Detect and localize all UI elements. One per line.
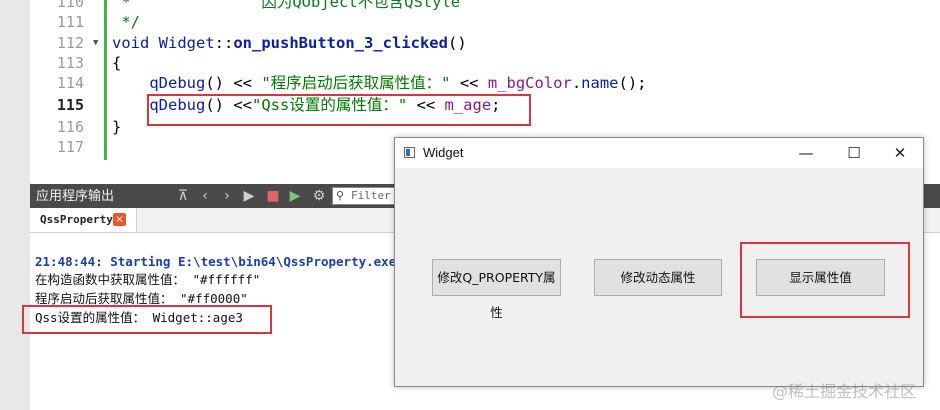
code-text: void Widget::on_pushButton_3_clicked() xyxy=(112,33,467,53)
code-text: { xyxy=(112,53,121,73)
line-number: 110 xyxy=(56,0,84,11)
app-window-icon xyxy=(404,147,415,158)
code-token: void xyxy=(112,34,159,52)
output-line: 在构造函数中获取属性值： "#ffffff" xyxy=(35,272,261,287)
code-text: * 因为QObject不包含QStyle xyxy=(112,0,460,12)
settings-gear-icon[interactable]: ⚙ xyxy=(310,187,328,205)
code-token: { xyxy=(112,54,122,72)
line-number: 115 xyxy=(56,96,84,114)
tab-qssproperty[interactable]: QssProperty × xyxy=(30,208,137,232)
highlight-code-line-115 xyxy=(147,94,531,126)
output-line: 21:48:44: Starting E:\test\bin64\QssProp… xyxy=(35,254,419,269)
code-text: qDebug() << "程序启动后获取属性值：" << m_bgColor.n… xyxy=(112,73,647,93)
highlight-output-line xyxy=(22,305,272,334)
code-line[interactable]: 113 { xyxy=(30,53,930,73)
code-text: } xyxy=(112,117,121,137)
code-token: on_pushButton_3_clicked xyxy=(233,34,448,52)
next-item-icon[interactable]: › xyxy=(218,187,236,205)
widget-window[interactable]: Widget — ☐ ✕ 修改Q_PROPERTY属性 修改动态属性 显示属性值 xyxy=(394,137,924,387)
code-token: () << xyxy=(205,74,262,92)
code-token: name xyxy=(581,74,619,92)
code-line[interactable]: 111 */ xyxy=(30,12,930,32)
output-panel-title: 应用程序输出 xyxy=(36,188,115,203)
line-number: 112 xyxy=(56,34,84,52)
search-icon: ⚲ xyxy=(336,189,345,202)
highlight-show-button xyxy=(740,242,910,318)
code-token: () xyxy=(447,34,467,52)
debug-run-icon[interactable]: ▶ xyxy=(286,187,304,205)
clear-output-icon[interactable]: ⊼ xyxy=(174,187,192,205)
line-number: 113 xyxy=(56,54,84,72)
maximize-icon[interactable]: ☐ xyxy=(831,138,877,168)
filter-input[interactable]: ⚲ Filter xyxy=(332,187,402,205)
run-icon[interactable]: ▶ xyxy=(240,187,258,205)
window-title: Widget xyxy=(423,145,464,160)
code-token: */ xyxy=(112,13,140,31)
code-token: << xyxy=(450,74,488,92)
code-token: :: xyxy=(214,34,234,52)
tab-label: QssProperty xyxy=(40,213,113,226)
code-token: "程序启动后获取属性值：" xyxy=(261,74,451,92)
line-number: 111 xyxy=(56,13,84,31)
modify-dynamic-property-button[interactable]: 修改动态属性 xyxy=(594,259,722,296)
stop-icon[interactable]: ■ xyxy=(264,187,282,205)
code-token: (); xyxy=(618,74,647,92)
minimize-icon[interactable]: — xyxy=(783,138,829,168)
line-number: 117 xyxy=(56,138,84,156)
code-token: qDebug xyxy=(149,74,206,92)
window-titlebar[interactable]: Widget — ☐ ✕ xyxy=(395,138,923,168)
ide-mode-bar xyxy=(0,0,31,410)
filter-placeholder: Filter xyxy=(351,189,391,202)
modify-q-property-button[interactable]: 修改Q_PROPERTY属性 xyxy=(432,259,561,320)
code-token: . xyxy=(571,74,582,92)
code-line[interactable]: 112 ▼ void Widget::on_pushButton_3_clicked… xyxy=(30,33,930,53)
code-token: m_bgColor xyxy=(487,74,572,92)
code-token: 因为QObject不包含QStyle xyxy=(261,0,461,11)
fold-arrow-icon[interactable]: ▼ xyxy=(93,33,98,53)
line-number: 114 xyxy=(56,74,84,92)
previous-item-icon[interactable]: ‹ xyxy=(196,187,214,205)
watermark: @稀土掘金技术社区 xyxy=(772,382,917,401)
code-line[interactable]: 114 qDebug() << "程序启动后获取属性值：" << m_bgCol… xyxy=(30,73,930,93)
code-line[interactable]: 110 * 因为QObject不包含QStyle xyxy=(30,0,930,12)
tab-close-icon[interactable]: × xyxy=(113,213,126,226)
code-token: Widget xyxy=(158,34,215,52)
code-token: } xyxy=(112,118,122,136)
code-text: */ xyxy=(112,12,140,32)
line-number: 116 xyxy=(56,118,84,136)
code-token: * xyxy=(112,0,262,11)
close-icon[interactable]: ✕ xyxy=(877,138,923,168)
